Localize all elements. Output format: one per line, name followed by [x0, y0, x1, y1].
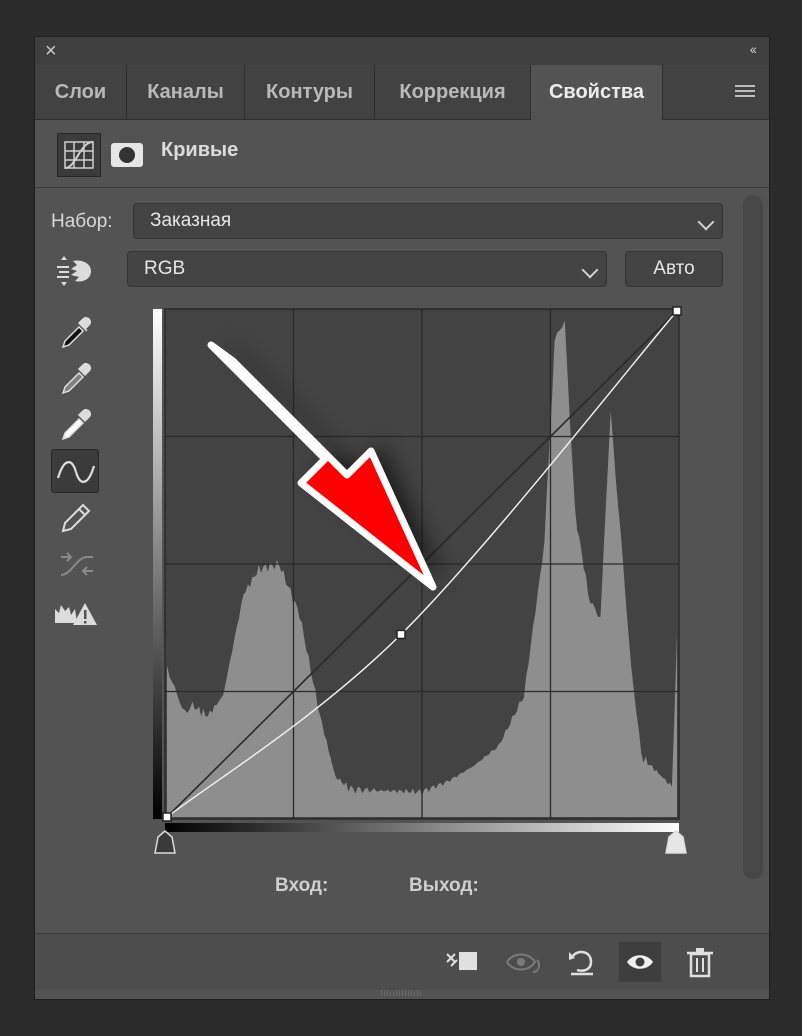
properties-panel: × ‹‹ Слои Каналы Контуры Коррекция Свойс…: [34, 36, 770, 1000]
tab-adjustments[interactable]: Коррекция: [375, 65, 531, 119]
clip-to-layer-icon[interactable]: [441, 942, 483, 982]
on-image-adjust-icon[interactable]: [51, 249, 99, 293]
visibility-eye-icon[interactable]: [619, 942, 661, 982]
auto-button[interactable]: Авто: [625, 251, 723, 287]
view-previous-state-icon[interactable]: [503, 942, 545, 982]
tab-paths[interactable]: Контуры: [245, 65, 375, 119]
curves-adjustment-icon[interactable]: [57, 133, 101, 177]
panel-footer: [35, 933, 769, 990]
curve-points-icon[interactable]: [51, 449, 99, 493]
tab-channels[interactable]: Каналы: [127, 65, 245, 119]
curve-point[interactable]: [672, 306, 682, 316]
scrollbar[interactable]: [743, 195, 763, 879]
tab-layers[interactable]: Слои: [35, 65, 127, 119]
black-input-slider[interactable]: [154, 830, 176, 854]
tab-bar: Слои Каналы Контуры Коррекция Свойства: [35, 65, 769, 120]
channel-value: RGB: [144, 258, 186, 279]
white-input-slider[interactable]: [665, 830, 687, 854]
close-icon[interactable]: ×: [45, 39, 57, 63]
panel-titlebar: × ‹‹: [35, 37, 769, 65]
layer-mask-icon[interactable]: [111, 143, 143, 167]
curves-graph[interactable]: [153, 305, 693, 861]
properties-header: Кривые: [35, 121, 769, 188]
reset-icon[interactable]: [561, 942, 603, 982]
chevron-down-icon: [581, 261, 599, 279]
pencil-icon[interactable]: [53, 495, 101, 539]
preset-value: Заказная: [150, 210, 232, 231]
curve-point[interactable]: [162, 812, 172, 822]
output-gradient-bar: [153, 309, 162, 819]
preset-select[interactable]: Заказная: [133, 203, 723, 239]
gray-point-eyedropper-icon[interactable]: [53, 355, 101, 399]
chevron-down-icon: [697, 213, 715, 231]
channel-select[interactable]: RGB: [127, 251, 607, 287]
clipping-warning-icon[interactable]: [51, 591, 99, 635]
panel-menu-icon[interactable]: [735, 85, 755, 99]
input-label: Вход:: [275, 875, 329, 896]
preset-label: Набор:: [51, 211, 113, 232]
resize-grip[interactable]: [381, 990, 421, 996]
smooth-icon[interactable]: [53, 543, 101, 587]
adjustment-title: Кривые: [161, 139, 239, 161]
curve-point[interactable]: [396, 629, 406, 640]
input-gradient-bar: [165, 823, 679, 832]
collapse-icon[interactable]: ‹‹: [750, 41, 757, 57]
black-point-eyedropper-icon[interactable]: [53, 309, 101, 353]
white-point-eyedropper-icon[interactable]: [53, 401, 101, 445]
output-label: Выход:: [409, 875, 479, 896]
trash-icon[interactable]: [679, 942, 721, 982]
tab-properties[interactable]: Свойства: [531, 65, 663, 120]
